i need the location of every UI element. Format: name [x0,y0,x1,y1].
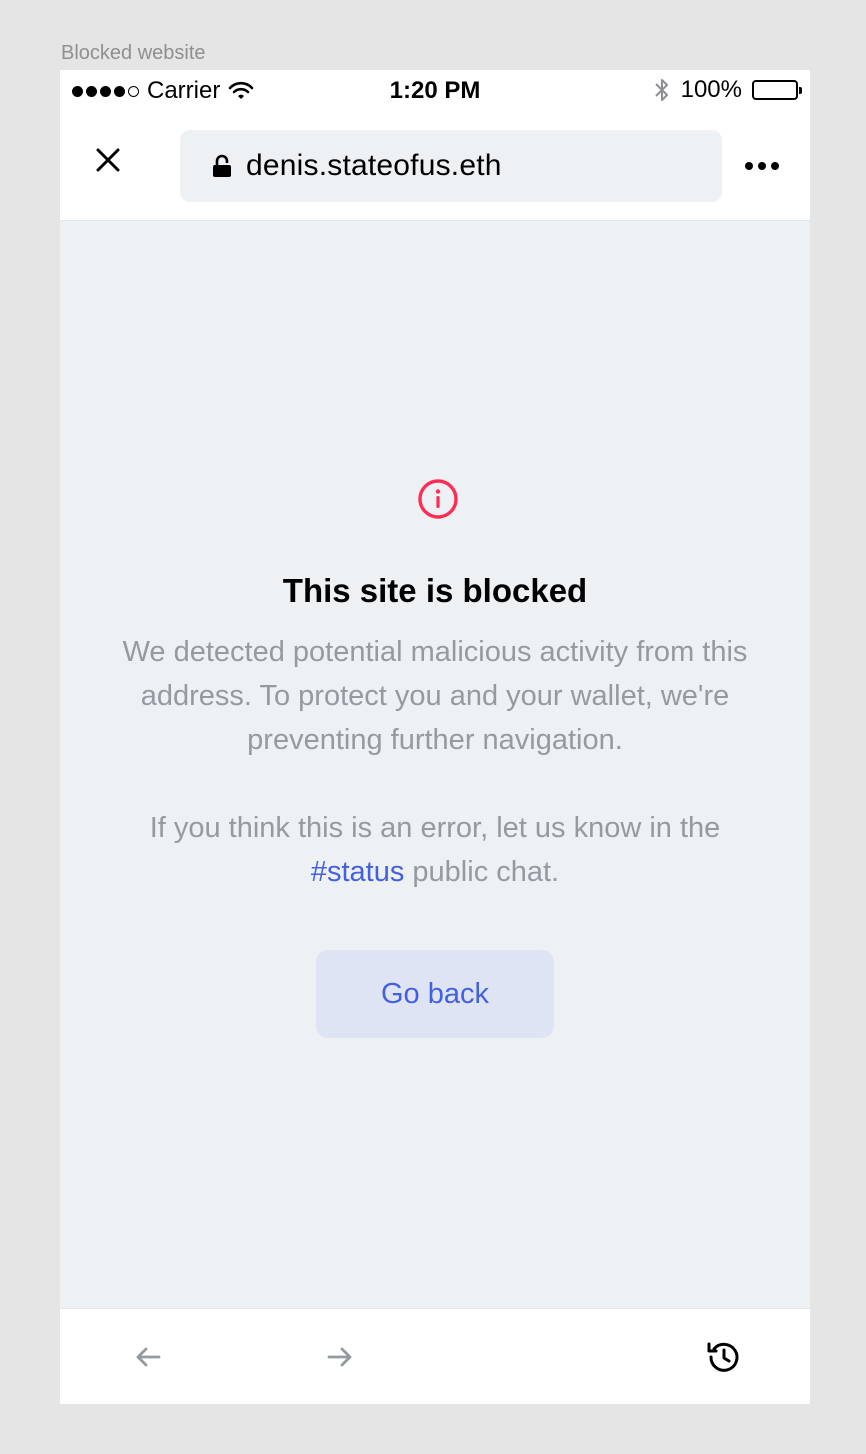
go-back-button[interactable]: Go back [316,950,554,1038]
page-title: This site is blocked [282,572,588,609]
blocked-description: We detected potential malicious activity… [122,636,748,756]
info-icon [418,479,458,519]
back-button[interactable] [128,1337,168,1377]
bluetooth-icon [654,79,668,101]
status-bar: Carrier 1:20 PM 100% [60,70,810,110]
close-icon [96,148,120,172]
arrow-left-icon [136,1347,161,1367]
reload-button[interactable] [704,1337,744,1377]
url-bar[interactable]: denis.stateofus.eth [180,130,722,202]
status-right: 100% [653,76,802,104]
frame-label: Blocked website [61,42,206,64]
blocked-content: This site is blocked We detected potenti… [60,222,810,1308]
browser-header: denis.stateofus.eth [60,110,810,221]
hint-text-end: public chat. [404,856,560,888]
status-chat-link[interactable]: #status [311,856,405,888]
phone-screen: Carrier 1:20 PM 100% denis.stateofus.eth… [60,70,810,1404]
more-icon [745,162,753,170]
lock-icon [213,154,231,177]
hint-text: If you think this is an error, let us kn… [149,812,721,844]
bottom-toolbar [60,1308,810,1404]
battery-percent: 100% [680,76,742,103]
url-text: denis.stateofus.eth [246,149,502,182]
close-button[interactable] [88,140,128,180]
forward-button[interactable] [320,1337,360,1377]
more-options-button[interactable] [742,146,782,186]
arrow-right-icon [327,1347,352,1367]
reload-icon [707,1342,739,1372]
battery-icon [752,80,802,100]
error-hint: If you think this is an error, let us kn… [120,806,750,894]
